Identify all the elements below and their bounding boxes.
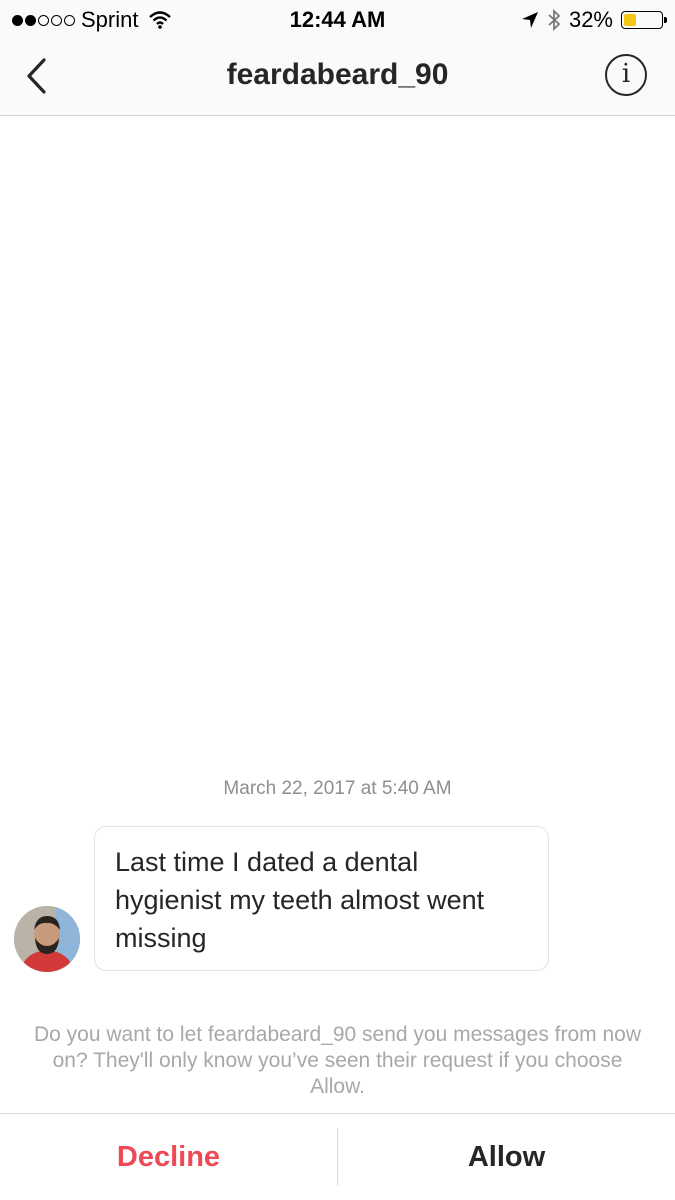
battery-icon	[621, 11, 667, 29]
nav-bar: feardabeard_90 i	[0, 40, 675, 116]
battery-percent: 32%	[568, 7, 613, 32]
avatar[interactable]	[14, 906, 80, 972]
request-action-bar: Decline Allow	[0, 1113, 675, 1200]
decline-button[interactable]: Decline	[0, 1114, 337, 1200]
status-bar: Sprint 12:44 AM 32%	[0, 0, 675, 40]
message-bubble[interactable]: Last time I dated a dental hygienist my …	[94, 826, 549, 971]
status-right: 32%	[521, 7, 667, 33]
conversation-title[interactable]: feardabeard_90	[0, 58, 675, 92]
location-arrow-icon	[521, 12, 538, 28]
message-timestamp: March 22, 2017 at 5:40 AM	[223, 778, 452, 799]
bluetooth-icon	[548, 9, 561, 31]
message-request-prompt: Do you want to let feardabeard_90 send y…	[33, 1023, 642, 1098]
info-icon[interactable]: i	[605, 54, 647, 96]
battery-fill	[624, 14, 636, 26]
profile-photo-icon	[14, 906, 80, 972]
allow-button[interactable]: Allow	[337, 1128, 675, 1186]
